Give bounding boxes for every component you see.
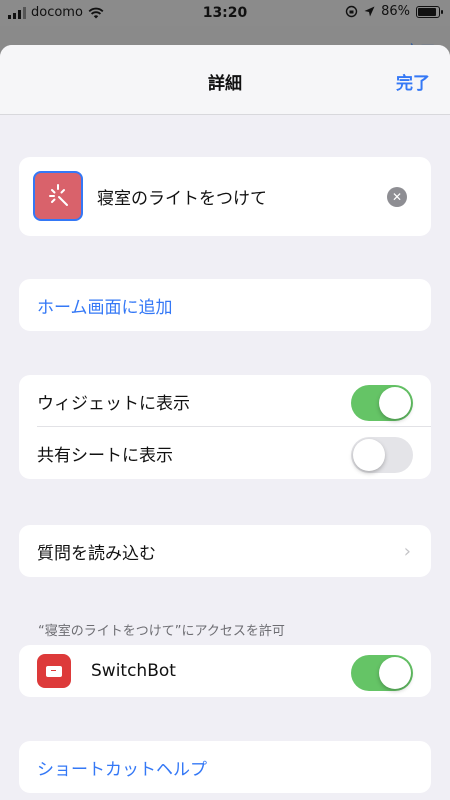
battery-icon <box>416 5 443 18</box>
app-access-row: SwitchBot <box>19 645 431 697</box>
chevron-right-icon: › <box>403 541 411 562</box>
add-to-home-screen-button[interactable]: ホーム画面に追加 <box>19 279 431 331</box>
shortcut-help-button[interactable]: ショートカットヘルプ <box>19 741 431 793</box>
shortcut-icon[interactable] <box>33 171 83 221</box>
widget-label: ウィジェットに表示 <box>37 393 190 414</box>
access-section-header: “寝室のライトをつけて”にアクセスを許可 <box>38 624 285 639</box>
share-sheet-label: 共有シートに表示 <box>37 445 173 466</box>
help-card: ショートカットヘルプ <box>19 741 431 793</box>
widget-toggle[interactable] <box>351 385 413 421</box>
shortcut-name-field[interactable]: 寝室のライトをつけて <box>97 184 267 209</box>
page-title: 詳細 <box>208 74 242 94</box>
switchbot-app-icon <box>37 654 71 688</box>
import-questions-label: 質問を読み込む <box>37 543 156 564</box>
shortcut-card: 寝室のライトをつけて ✕ <box>19 157 431 236</box>
status-bar: docomo 13:20 86% <box>0 0 450 26</box>
toggle-knob <box>379 657 411 689</box>
add-to-home-screen-label: ホーム画面に追加 <box>37 297 173 318</box>
toggle-knob <box>379 387 411 419</box>
share-sheet-toggle[interactable] <box>351 437 413 473</box>
details-sheet: 詳細 完了 寝室のライトをつけて ✕ ホーム画面に追加 ウィジェットに表示 共有… <box>0 45 450 800</box>
status-right: 86% <box>345 4 443 19</box>
app-name: SwitchBot <box>91 661 176 681</box>
done-button[interactable]: 完了 <box>396 69 430 94</box>
clear-icon[interactable]: ✕ <box>387 187 407 207</box>
shortcut-help-label: ショートカットヘルプ <box>37 759 207 780</box>
wand-icon <box>49 184 68 206</box>
share-sheet-row: 共有シートに表示 <box>19 427 431 479</box>
nav-bar: 詳細 完了 <box>0 45 450 115</box>
toggle-knob <box>353 439 385 471</box>
import-questions-button[interactable]: 質問を読み込む › <box>19 525 431 577</box>
display-options-card: ウィジェットに表示 共有シートに表示 <box>19 375 431 479</box>
import-questions-card: 質問を読み込む › <box>19 525 431 577</box>
widget-row: ウィジェットに表示 <box>19 375 431 427</box>
battery-percent: 86% <box>381 4 410 19</box>
orientation-lock-icon <box>345 5 358 18</box>
screen: docomo 13:20 86% 完了 詳細 完了 <box>0 0 450 800</box>
switchbot-toggle[interactable] <box>351 655 413 691</box>
access-card: SwitchBot <box>19 645 431 697</box>
location-icon <box>364 6 375 17</box>
home-screen-card: ホーム画面に追加 <box>19 279 431 331</box>
